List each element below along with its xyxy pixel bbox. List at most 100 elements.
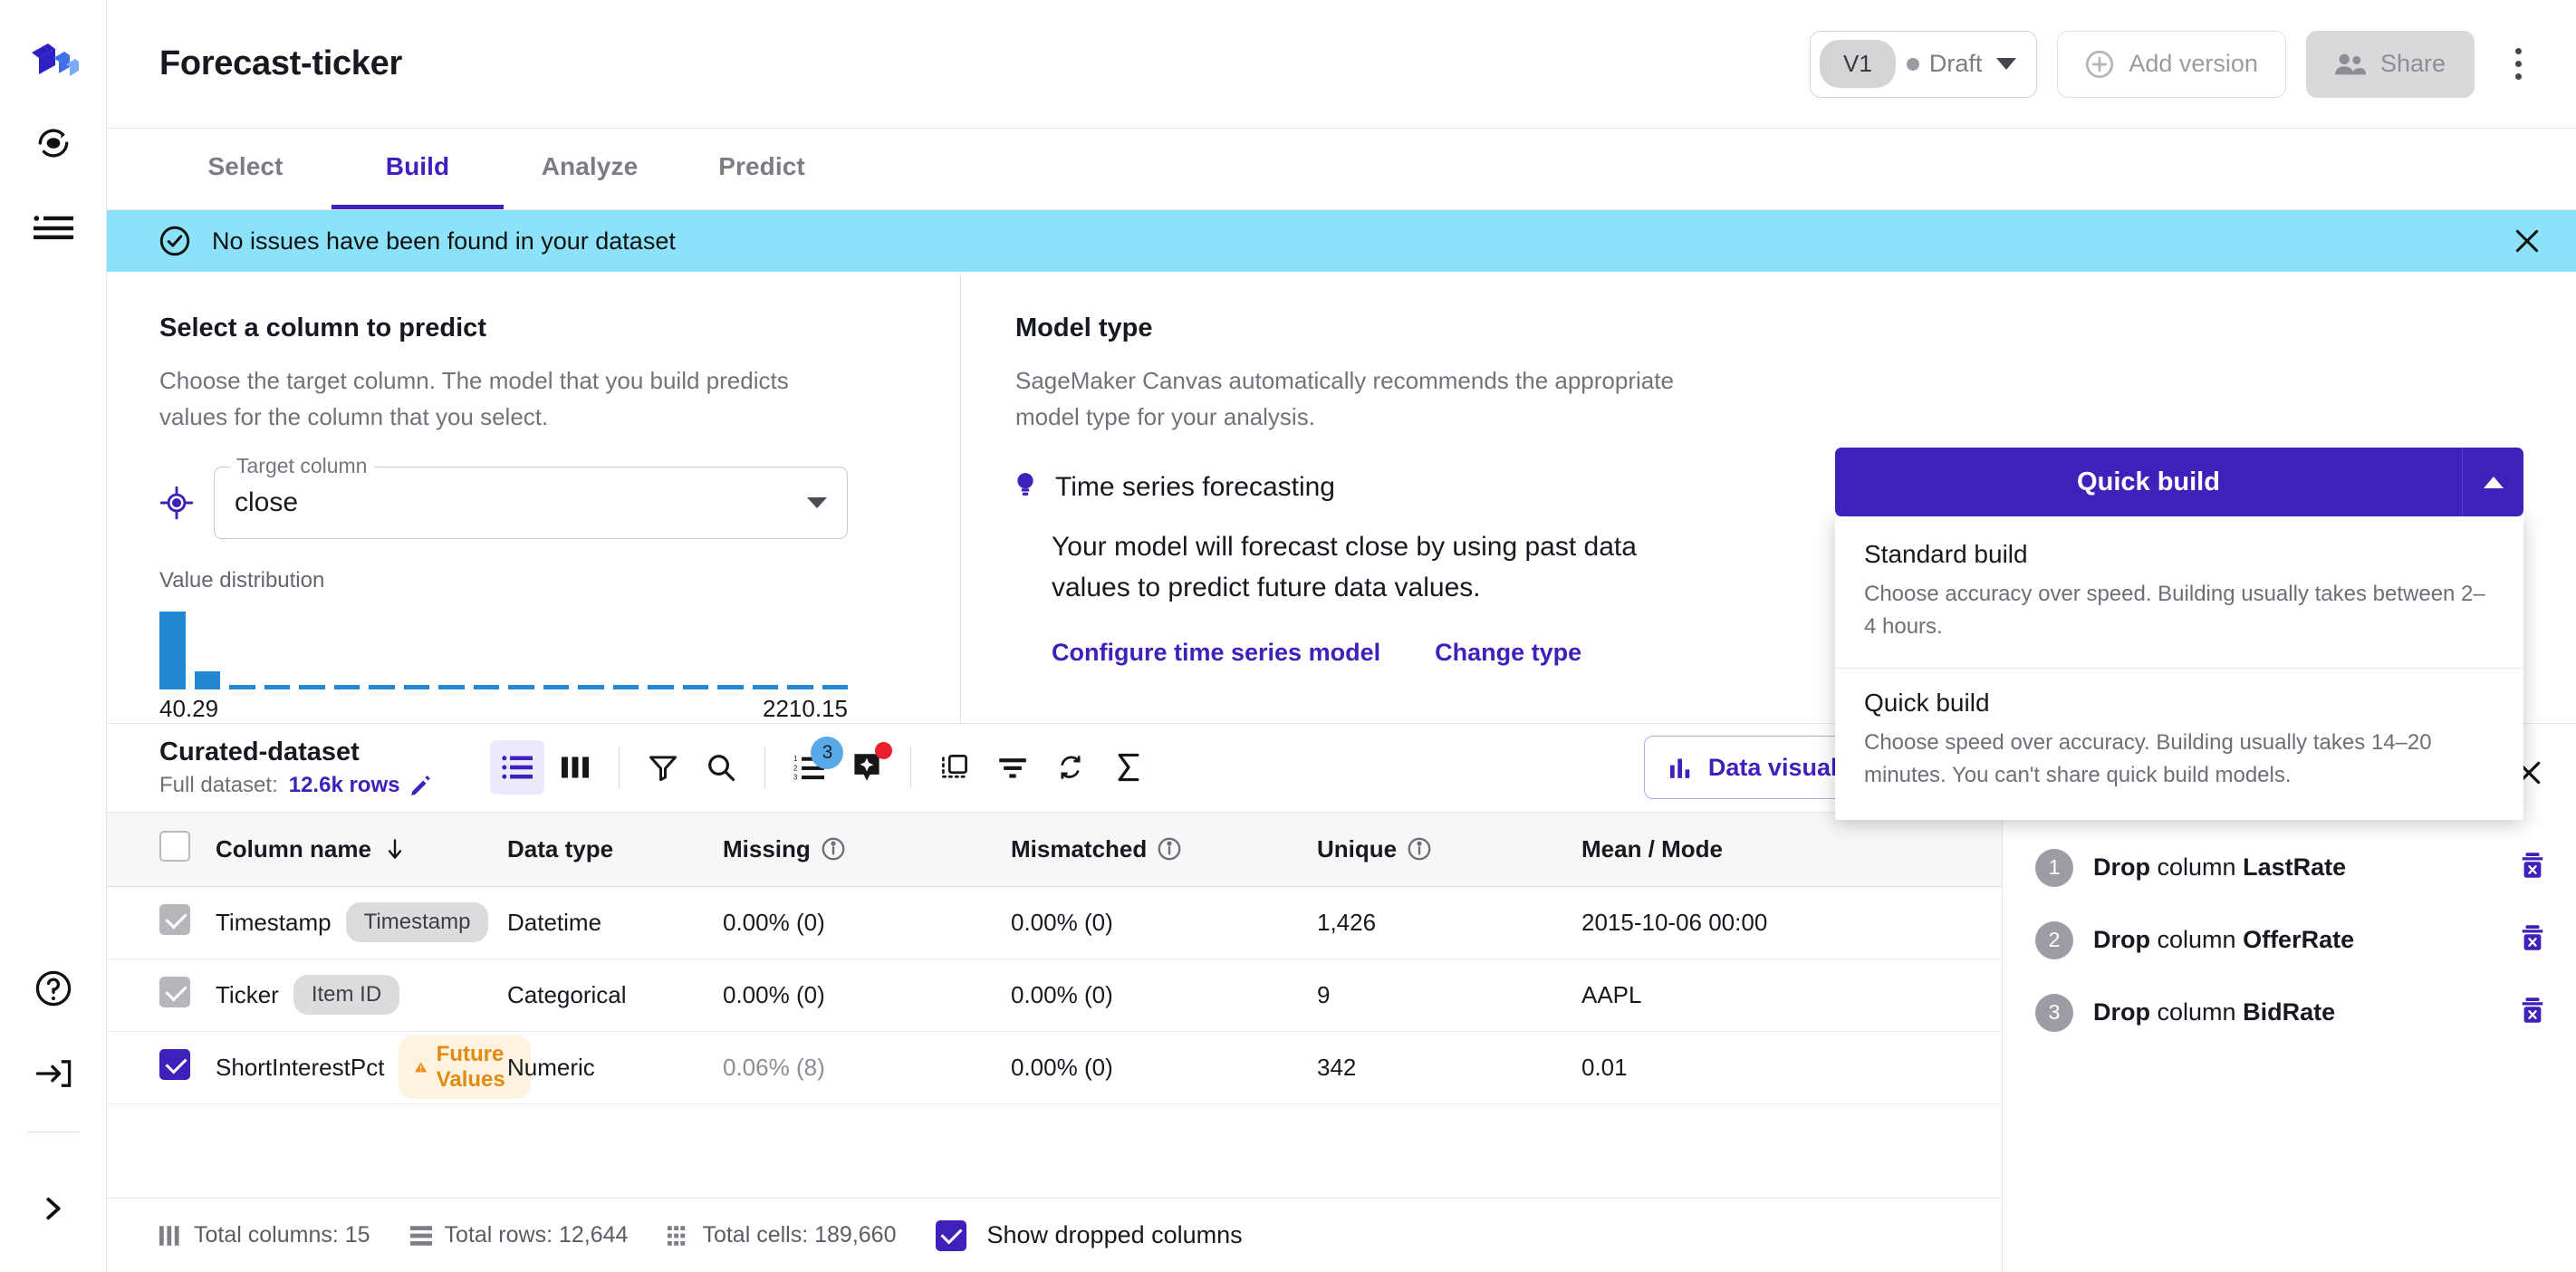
sparkle-insights-icon[interactable] — [840, 740, 894, 795]
duplicate-columns-icon[interactable] — [928, 740, 982, 795]
more-options-button[interactable] — [2494, 35, 2542, 93]
delete-step-icon[interactable] — [2520, 997, 2545, 1028]
toolbar-divider — [910, 747, 912, 789]
tab-predict[interactable]: Predict — [676, 129, 848, 209]
add-version-label: Add version — [2129, 50, 2258, 77]
row-checkbox[interactable] — [159, 976, 190, 1007]
delete-step-icon[interactable] — [2520, 852, 2545, 883]
standard-build-description: Choose accuracy over speed. Building usu… — [1864, 582, 2485, 640]
select-column-panel: Select a column to predict Choose the ta… — [107, 272, 922, 723]
share-button[interactable]: Share — [2305, 30, 2475, 98]
target-column-legend: Target column — [229, 453, 375, 478]
grid-view-icon[interactable] — [548, 740, 602, 795]
row-select-cell — [159, 1048, 216, 1086]
recipe-step: 3 Drop column BidRate — [2003, 977, 2576, 1049]
quick-build-description: Choose speed over accuracy. Building usu… — [1864, 729, 2432, 788]
tab-build[interactable]: Build — [332, 129, 504, 209]
cells-grid-icon — [668, 1225, 686, 1246]
row-checkbox[interactable] — [159, 1048, 190, 1080]
histogram-bar — [438, 684, 465, 689]
info-icon[interactable] — [1158, 837, 1181, 861]
model-type-detail: Your model will forecast close by using … — [1052, 531, 1637, 602]
recipe-step-number: 3 — [2035, 993, 2073, 1032]
build-dropdown-toggle[interactable] — [2462, 448, 2523, 516]
recipe-steps-icon[interactable]: 1 2 3 3 — [782, 737, 844, 795]
table-row[interactable]: Timestamp Timestamp Datetime 0.00% (0) 0… — [107, 887, 2002, 959]
plus-circle-icon — [2086, 50, 2114, 78]
recipe-step-action: Drop — [2093, 998, 2150, 1026]
row-select-cell — [159, 903, 216, 941]
add-version-button[interactable]: Add version — [2057, 30, 2286, 98]
toolbar-divider — [764, 747, 766, 789]
table-row[interactable]: ShortInterestPct Future Values Numeric 0… — [107, 1032, 2002, 1104]
refresh-search-icon[interactable] — [1043, 740, 1098, 795]
list-view-icon[interactable] — [490, 740, 545, 795]
select-column-description: Choose the target column. The model that… — [159, 367, 789, 430]
banner-close-icon[interactable] — [2509, 223, 2545, 259]
change-type-link[interactable]: Change type — [1435, 639, 1581, 667]
column-role-tag: Item ID — [293, 975, 400, 1016]
row-unique: 342 — [1317, 1053, 1357, 1081]
column-name-text: Timestamp — [216, 908, 332, 936]
build-split-button: Quick build — [1835, 448, 2523, 516]
row-mismatched: 0.00% (0) — [1011, 908, 1113, 936]
recipe-step-number: 2 — [2035, 920, 2073, 959]
select-all-checkbox[interactable] — [159, 830, 190, 862]
row-data-type: Datetime — [507, 908, 602, 936]
tab-select[interactable]: Select — [159, 129, 332, 209]
info-icon[interactable] — [822, 837, 845, 861]
people-icon — [2334, 53, 2366, 74]
histogram-bar — [159, 611, 186, 689]
histogram-bar — [333, 684, 360, 689]
recipe-step-action: Drop — [2093, 926, 2150, 954]
canvas-app: Forecast-ticker V1 Draft Add version Sha… — [0, 0, 2576, 1272]
recipe-step: 1 Drop column LastRate — [2003, 832, 2576, 904]
quick-build-title: Quick build — [1864, 688, 1990, 717]
header-column-name[interactable]: Column name — [216, 835, 507, 863]
model-recipe-steps: 1 Drop column LastRate 2 Drop column Off… — [2003, 792, 2576, 1049]
chevron-down-icon — [807, 496, 827, 508]
kebab-dot-icon — [2514, 61, 2522, 67]
sort-icon[interactable] — [985, 740, 1040, 795]
table-row[interactable]: Ticker Item ID Categorical 0.00% (0) 0.0… — [107, 959, 2002, 1032]
version-selector[interactable]: V1 Draft — [1810, 30, 2038, 98]
header-unique-label: Unique — [1317, 834, 1398, 862]
expand-rail-icon[interactable] — [26, 1181, 81, 1236]
logout-icon[interactable] — [26, 1046, 81, 1101]
row-select-cell — [159, 976, 216, 1014]
target-column-value: close — [235, 487, 299, 517]
edit-pencil-icon[interactable] — [410, 775, 432, 796]
future-values-label: Future Values — [436, 1042, 505, 1093]
row-mismatched: 0.00% (0) — [1011, 1053, 1113, 1081]
tab-analyze[interactable]: Analyze — [504, 129, 676, 209]
configure-time-series-link[interactable]: Configure time series model — [1052, 639, 1380, 667]
svg-text:2: 2 — [793, 764, 797, 772]
menu-item-quick-build[interactable]: Quick build Choose speed over accuracy. … — [1835, 667, 2523, 816]
help-icon[interactable] — [26, 961, 81, 1016]
delete-step-icon[interactable] — [2520, 924, 2545, 956]
histogram-bar — [403, 684, 429, 689]
info-icon[interactable] — [1408, 837, 1431, 861]
my-models-icon[interactable] — [26, 201, 81, 255]
sort-desc-arrow-icon — [388, 839, 402, 859]
filter-icon[interactable] — [636, 740, 690, 795]
status-banner: No issues have been found in your datase… — [107, 210, 2576, 272]
row-missing: 0.06% (8) — [723, 1053, 825, 1081]
check-circle-icon — [159, 226, 190, 256]
quick-build-button[interactable]: Quick build — [1835, 448, 2462, 516]
histogram-bar — [612, 684, 639, 689]
row-checkbox[interactable] — [159, 903, 190, 935]
menu-item-standard-build[interactable]: Standard build Choose accuracy over spee… — [1835, 520, 2523, 668]
histogram-bar — [299, 684, 325, 689]
show-dropped-columns-toggle[interactable]: Show dropped columns — [936, 1219, 1243, 1251]
search-icon[interactable] — [694, 740, 748, 795]
show-dropped-checkbox[interactable] — [936, 1219, 967, 1251]
ready-to-use-models-icon[interactable] — [26, 116, 81, 170]
histogram-bar — [473, 684, 499, 689]
dataset-rows-value[interactable]: 12.6k rows — [289, 773, 400, 798]
histogram-bar — [229, 684, 255, 689]
sigma-icon[interactable] — [1101, 740, 1156, 795]
total-rows-stat: Total rows: 12,644 — [409, 1222, 628, 1248]
recipe-step-target: LastRate — [2243, 853, 2347, 882]
target-column-select[interactable]: Target column close — [214, 453, 848, 539]
